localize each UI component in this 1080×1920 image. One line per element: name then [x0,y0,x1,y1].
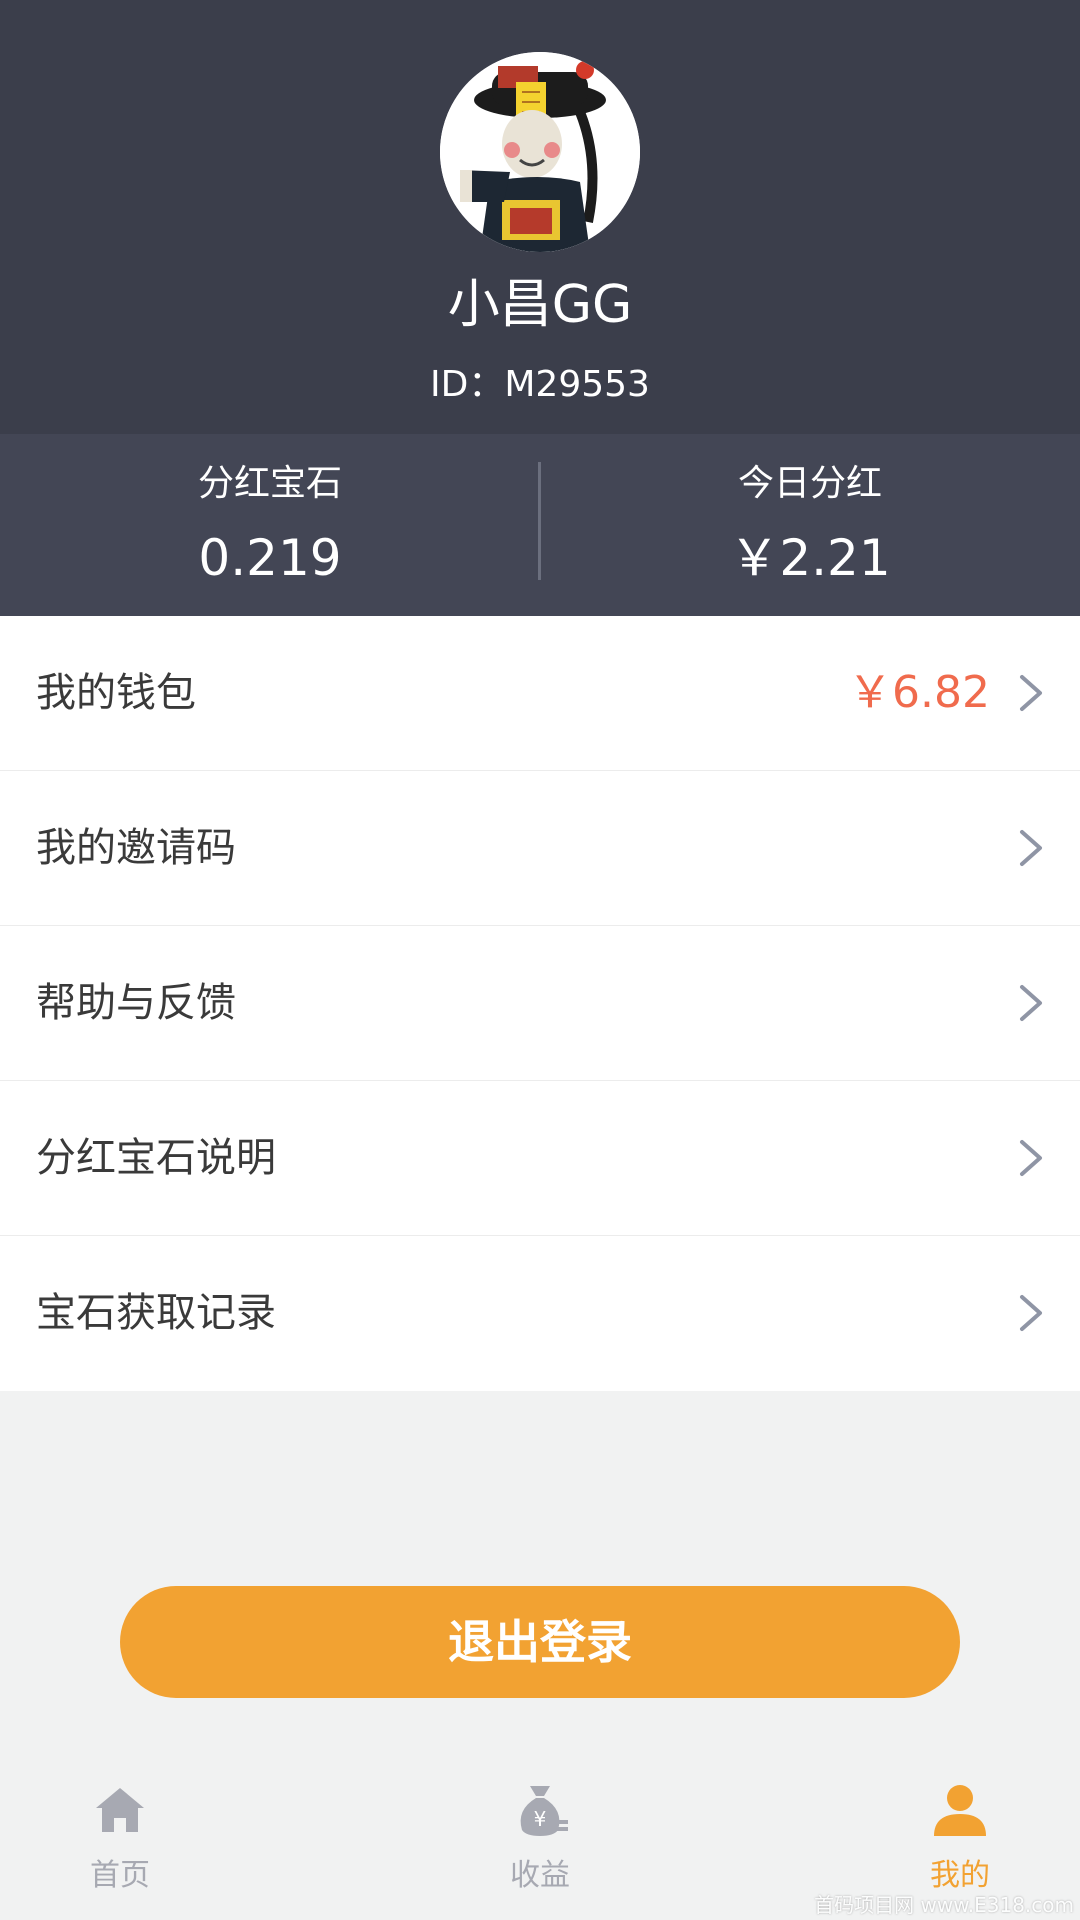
chevron-right-icon [1020,1295,1042,1331]
today-dividend-stat[interactable]: 今日分红 ￥2.21 [540,434,1080,616]
gems-value: 0.219 [198,529,342,587]
gems-label: 分红宝石 [197,463,342,504]
menu-list: 我的钱包 ￥6.82 我的邀请码 帮助与反馈 分红宝石说明 宝石获取记录 [0,616,1080,1391]
chevron-right-icon [1020,830,1042,866]
menu-item-label: 我的邀请码 [36,825,236,871]
menu-item-gem-info[interactable]: 分红宝石说明 [0,1081,1080,1236]
today-dividend-value: ￥2.21 [729,529,891,587]
tab-label: 收益 [510,1858,570,1893]
home-icon [96,1788,144,1832]
logout-button[interactable]: 退出登录 [120,1586,960,1698]
user-id: ID：M29553 [430,364,650,405]
person-icon [934,1785,986,1836]
menu-item-gem-records[interactable]: 宝石获取记录 [0,1236,1080,1391]
chevron-right-icon [1020,675,1042,711]
menu-item-help-feedback[interactable]: 帮助与反馈 [0,926,1080,1081]
tab-earnings[interactable]: ¥ 收益 [420,1752,660,1920]
tab-home[interactable]: 首页 [0,1752,240,1920]
menu-item-label: 分红宝石说明 [36,1135,276,1181]
menu-item-wallet[interactable]: 我的钱包 ￥6.82 [0,616,1080,771]
tab-label: 首页 [90,1858,150,1893]
stats-bar: 分红宝石 0.219 今日分红 ￥2.21 [0,434,1080,616]
gems-stat[interactable]: 分红宝石 0.219 [0,434,540,616]
menu-item-label: 我的钱包 [36,670,196,716]
menu-item-label: 宝石获取记录 [36,1290,276,1336]
user-name: 小昌GG [447,275,633,335]
svg-text:¥: ¥ [534,1807,547,1831]
profile-header: 小昌GG ID：M29553 [0,0,1080,434]
money-bag-icon: ¥ [520,1786,568,1836]
watermark: 首码项目网 www.E318.com [814,1893,1074,1917]
menu-item-invite-code[interactable]: 我的邀请码 [0,771,1080,926]
avatar-image [440,52,640,252]
wallet-balance: ￥6.82 [848,667,990,718]
avatar[interactable] [440,52,640,252]
chevron-right-icon [1020,1140,1042,1176]
chevron-right-icon [1020,985,1042,1021]
today-dividend-label: 今日分红 [737,463,882,504]
menu-item-label: 帮助与反馈 [36,980,236,1026]
